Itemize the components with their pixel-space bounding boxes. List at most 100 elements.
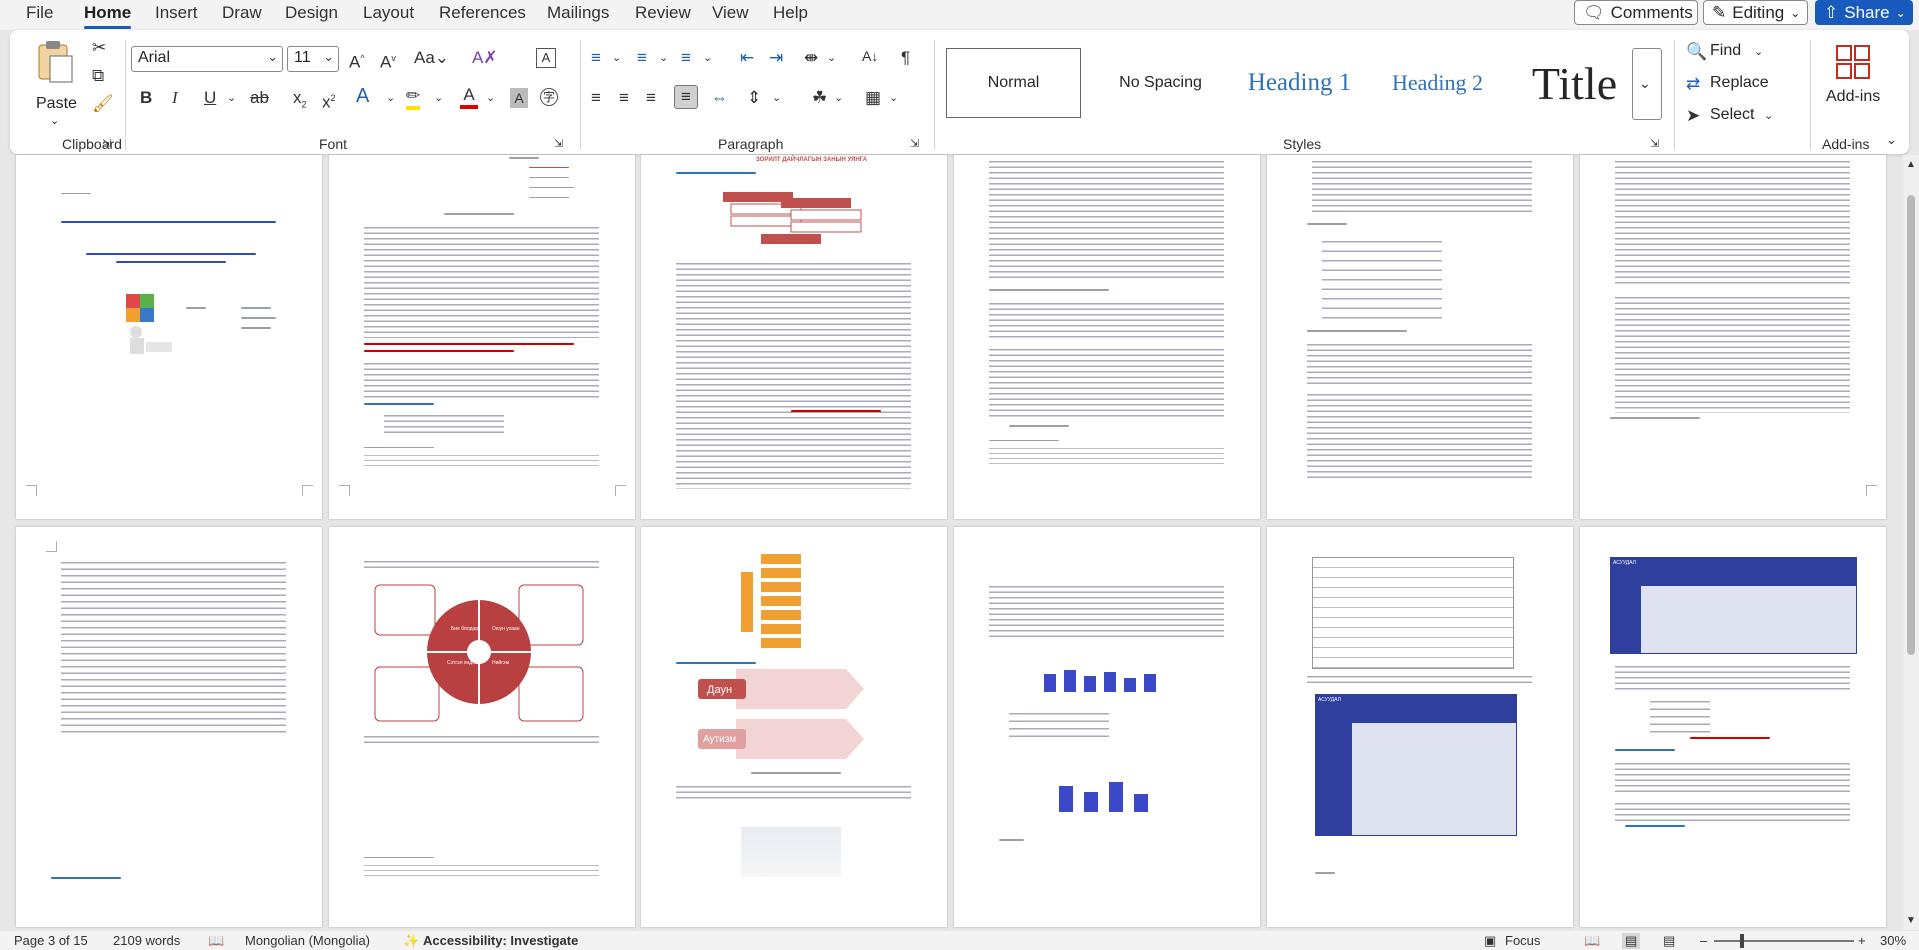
align-left-icon[interactable]: ≡: [591, 88, 601, 108]
grow-font-icon[interactable]: A^: [349, 48, 365, 73]
add-ins-button[interactable]: Add-ins: [1820, 40, 1890, 130]
numbering-icon[interactable]: ≡: [637, 48, 647, 68]
text-effects-icon[interactable]: A: [356, 86, 369, 106]
style-heading-1[interactable]: Heading 1: [1232, 48, 1367, 118]
tab-insert[interactable]: Insert: [155, 3, 198, 23]
select-button[interactable]: ➤ Select ⌄: [1686, 104, 1786, 128]
page-thumbnail[interactable]: [16, 527, 322, 927]
chevron-down-icon[interactable]: ⌄: [703, 48, 712, 68]
chevron-down-icon[interactable]: ⌄: [834, 88, 843, 108]
language-indicator[interactable]: Mongolian (Mongolia): [245, 933, 370, 948]
sort-icon[interactable]: A↓: [862, 46, 878, 66]
distributed-icon[interactable]: ⇔: [711, 88, 728, 108]
page-thumbnail[interactable]: ЗОРИЛТ ДАЙЧЛАГЫН ЗАНЫН УЯНГА: [641, 155, 947, 519]
page-count[interactable]: Page 3 of 15: [14, 933, 88, 948]
zoom-slider-thumb[interactable]: [1740, 934, 1744, 948]
tab-view[interactable]: View: [712, 3, 749, 23]
dialog-launcher-icon[interactable]: ⇲: [1650, 134, 1659, 154]
page-thumbnail[interactable]: [1580, 155, 1886, 519]
page-thumbnail[interactable]: АСУУДАЛ: [1580, 527, 1886, 927]
shading-icon[interactable]: ☘: [812, 88, 827, 108]
focus-mode-button[interactable]: Focus: [1505, 933, 1540, 948]
highlight-icon[interactable]: ✏: [406, 86, 421, 110]
tab-layout[interactable]: Layout: [363, 3, 414, 23]
dialog-launcher-icon[interactable]: ⇲: [102, 134, 111, 154]
change-case-button[interactable]: Aa⌄: [414, 48, 449, 68]
tab-design[interactable]: Design: [285, 3, 338, 23]
tab-draw[interactable]: Draw: [222, 3, 262, 23]
collapse-ribbon-icon[interactable]: ⌄: [1886, 130, 1897, 150]
page-thumbnail[interactable]: [329, 155, 635, 519]
tab-help[interactable]: Help: [773, 3, 808, 23]
accessibility-icon[interactable]: ✨: [403, 933, 419, 949]
copy-icon[interactable]: ⧉: [92, 66, 104, 86]
dialog-launcher-icon[interactable]: ⇲: [910, 134, 919, 154]
focus-icon[interactable]: ▣: [1484, 933, 1496, 949]
scrollbar-thumb[interactable]: [1907, 195, 1915, 655]
strikethrough-icon[interactable]: ab: [250, 88, 269, 108]
decrease-indent-icon[interactable]: ⇤: [740, 48, 754, 68]
style-no-spacing[interactable]: No Spacing: [1093, 48, 1228, 118]
superscript-icon[interactable]: x2: [322, 88, 336, 113]
chevron-down-icon[interactable]: ⌄: [227, 88, 236, 108]
share-button[interactable]: ⇧ Share ⌄: [1815, 0, 1913, 25]
zoom-slider[interactable]: [1714, 934, 1854, 948]
underline-icon[interactable]: U: [204, 88, 216, 108]
format-painter-icon[interactable]: 🖌: [92, 94, 114, 114]
chevron-down-icon[interactable]: ⌄: [612, 48, 621, 68]
style-title[interactable]: Title: [1507, 48, 1642, 118]
vertical-scrollbar[interactable]: ▲ ▼: [1903, 155, 1919, 930]
subscript-icon[interactable]: x2: [293, 88, 307, 114]
comments-button[interactable]: 🗨 Comments: [1574, 0, 1698, 25]
web-layout-icon[interactable]: ▤: [1663, 933, 1675, 949]
clear-formatting-icon[interactable]: A✗: [472, 48, 498, 68]
align-center-icon[interactable]: ≡: [619, 88, 629, 108]
italic-icon[interactable]: I: [172, 88, 178, 108]
replace-button[interactable]: ⇄ Replace: [1686, 72, 1786, 96]
multilevel-list-icon[interactable]: ≡: [681, 48, 691, 68]
character-shading-icon[interactable]: A: [510, 88, 528, 108]
scroll-up-arrow-icon[interactable]: ▲: [1906, 155, 1916, 175]
tab-home[interactable]: Home: [84, 3, 131, 23]
tab-mailings[interactable]: Mailings: [547, 3, 609, 23]
page-thumbnail[interactable]: Даун Аутизм: [641, 527, 947, 927]
style-heading-2[interactable]: Heading 2: [1370, 48, 1505, 118]
page-thumbnail[interactable]: [954, 527, 1260, 927]
cut-icon[interactable]: ✂: [92, 38, 106, 58]
page-thumbnail[interactable]: [954, 155, 1260, 519]
find-button[interactable]: 🔍 Find ⌄: [1686, 40, 1776, 64]
chevron-down-icon[interactable]: ⌄: [827, 48, 836, 68]
dialog-launcher-icon[interactable]: ⇲: [554, 134, 563, 154]
zoom-level[interactable]: 30%: [1880, 933, 1906, 948]
chevron-down-icon[interactable]: ⌄: [486, 88, 495, 108]
zoom-out-icon[interactable]: –: [1700, 933, 1707, 948]
scroll-down-arrow-icon[interactable]: ▼: [1906, 911, 1916, 931]
align-right-icon[interactable]: ≡: [646, 88, 656, 108]
font-color-icon[interactable]: A: [460, 85, 478, 109]
page-thumbnail[interactable]: АСУУДАЛ: [1267, 527, 1573, 927]
shrink-font-icon[interactable]: Av: [380, 48, 396, 73]
bold-icon[interactable]: B: [140, 88, 152, 108]
chevron-down-icon[interactable]: ⌄: [386, 88, 395, 108]
tab-file[interactable]: File: [26, 3, 53, 23]
text-direction-icon[interactable]: ⇼: [804, 48, 818, 68]
tab-review[interactable]: Review: [635, 3, 691, 23]
font-size-combo[interactable]: 11 ⌄: [287, 46, 339, 72]
chevron-down-icon[interactable]: ⌄: [659, 48, 668, 68]
increase-indent-icon[interactable]: ⇥: [769, 48, 783, 68]
line-spacing-icon[interactable]: ⇕: [747, 88, 761, 108]
page-thumbnail[interactable]: Бие бялдар Оюун ухаан Сэтгэл хөдлөл Нийг…: [329, 527, 635, 927]
borders-icon[interactable]: ▦: [865, 88, 881, 108]
zoom-in-icon[interactable]: +: [1858, 933, 1866, 948]
style-normal[interactable]: Normal: [946, 48, 1081, 118]
accessibility-status[interactable]: Accessibility: Investigate: [423, 933, 578, 948]
justify-icon[interactable]: ≡: [674, 85, 698, 109]
chevron-down-icon[interactable]: ⌄: [434, 88, 443, 108]
page-thumbnail[interactable]: [1267, 155, 1573, 519]
tab-references[interactable]: References: [439, 3, 526, 23]
read-mode-icon[interactable]: 📖: [1584, 933, 1600, 949]
page-thumbnail[interactable]: [16, 155, 322, 519]
paste-button[interactable]: Paste ⌄: [32, 40, 82, 130]
bullets-icon[interactable]: ≡: [591, 48, 601, 68]
proofing-icon[interactable]: 📖: [208, 933, 224, 949]
